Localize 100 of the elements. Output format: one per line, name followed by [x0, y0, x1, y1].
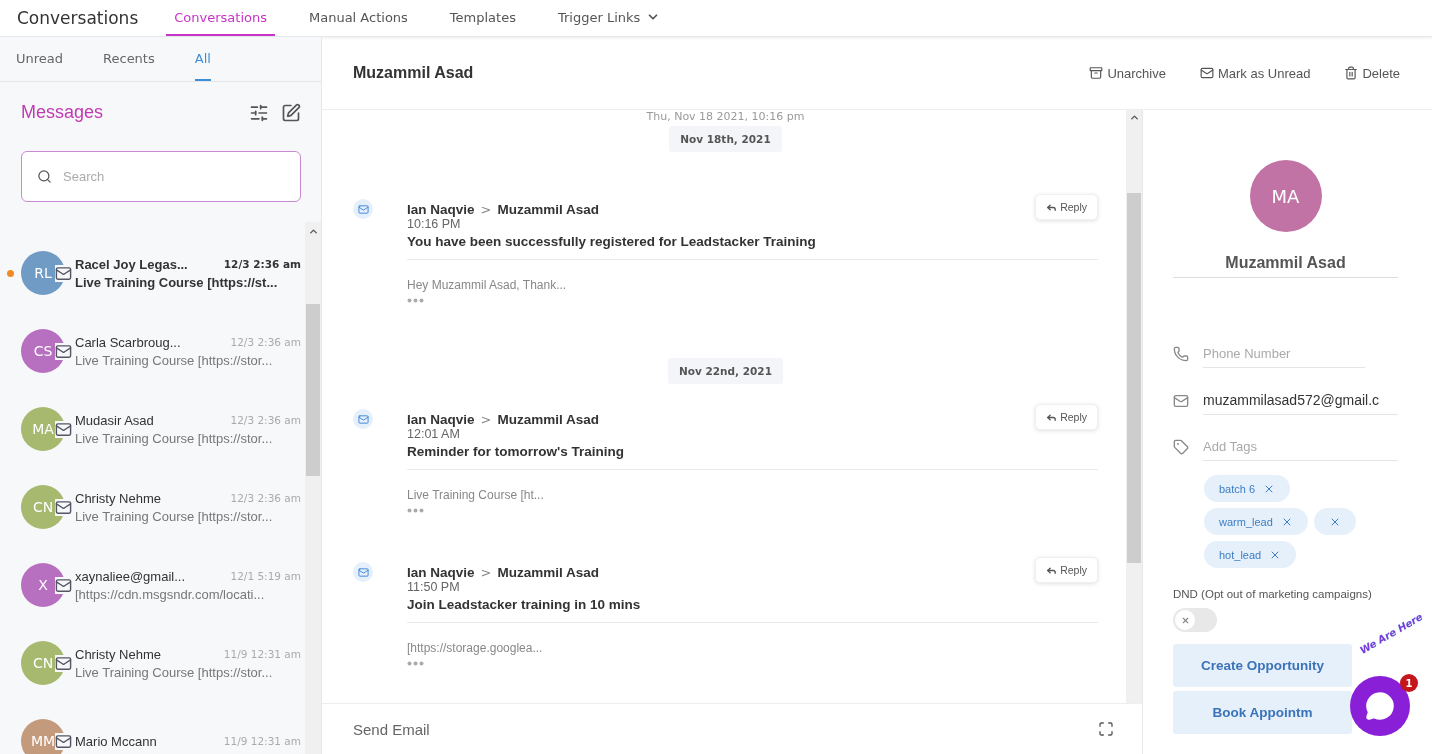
chevron-up-icon[interactable] — [1128, 112, 1140, 123]
reply-button[interactable]: Reply — [1035, 404, 1098, 430]
nav-tab[interactable]: Templates — [441, 0, 524, 36]
email-snippet: Live Training Course [ht... — [407, 488, 545, 502]
message-preview: Live Training Course [https://stor... — [75, 430, 274, 446]
reply-button[interactable]: Reply — [1035, 557, 1098, 583]
action-link[interactable]: Delete — [1344, 65, 1400, 81]
contact-name: Christy Nehme — [75, 490, 161, 506]
mail-icon — [55, 420, 72, 438]
scrollbar[interactable] — [305, 222, 321, 754]
contact-name: Christy Nehme — [75, 646, 161, 662]
email-snippet: [https://storage.googlea... — [407, 641, 544, 655]
x-icon — [1180, 615, 1190, 625]
message-preview: Live Training Course [https://stor... — [75, 352, 274, 368]
app-title: Conversations — [17, 7, 139, 30]
action-link[interactable]: Mark as Unread — [1199, 65, 1311, 81]
message-preview: Live Training Course [https://stor... — [75, 664, 274, 680]
nav-tab[interactable]: Manual Actions — [301, 0, 416, 36]
phone-field[interactable]: Phone Number — [1203, 340, 1365, 368]
avatar: MA — [21, 407, 65, 451]
filter-sliders-icon[interactable] — [249, 102, 269, 123]
email-subject: Join Leadstacker training in 10 mins — [407, 597, 1098, 623]
timestamp: Thu, Nov 18 2021, 10:16 pm — [646, 110, 805, 123]
mail-icon — [1173, 392, 1189, 409]
more-dots-icon[interactable] — [407, 661, 424, 666]
chat-widget-button[interactable] — [1350, 676, 1410, 736]
avatar: X — [21, 563, 65, 607]
email-time: 12:01 AM — [407, 427, 461, 441]
trash-icon — [1344, 66, 1359, 80]
avatar: CN — [21, 485, 65, 529]
more-dots-icon[interactable] — [407, 298, 424, 303]
search-field[interactable]: Search — [21, 151, 301, 202]
email-time: 11:50 PM — [407, 580, 461, 594]
avatar: RL — [21, 251, 65, 295]
expand-icon[interactable] — [1098, 721, 1114, 737]
filter-tab[interactable]: Unread — [16, 37, 64, 81]
archive-icon — [1089, 66, 1104, 80]
more-dots-icon[interactable] — [407, 508, 424, 513]
message-time: 12/3 2:36 am — [230, 492, 301, 504]
conversation-item[interactable]: MA Mudasir Asad 12/3 2:36 am Live Training Course [https://stor... — [0, 390, 305, 468]
message-time: 12/3 2:36 am — [230, 414, 301, 426]
mail-icon — [55, 498, 72, 516]
sender-name: Ian Naqvie — [407, 202, 475, 217]
messages-title: Messages — [21, 102, 104, 123]
mail-icon — [55, 732, 72, 750]
conversation-item[interactable]: MM Mario Mccann 11/9 12:31 am — [0, 702, 305, 754]
email-subject: You have been successfully registered for Leadstacker Training — [407, 234, 1098, 260]
mail-icon — [1199, 66, 1214, 80]
avatar: CN — [21, 641, 65, 685]
conversation-item[interactable]: CN Christy Nehme 12/3 2:36 am Live Training Course [https://stor... — [0, 468, 305, 546]
recipient-name: Muzammil Asad — [497, 565, 599, 580]
action-link[interactable]: Unarchive — [1089, 65, 1166, 81]
reply-button[interactable]: Reply — [1035, 194, 1098, 220]
email-snippet: Hey Muzammil Asad, Thank... — [407, 278, 568, 292]
avatar: CS — [21, 329, 65, 373]
message-preview: Live Training Course [https://st... — [75, 274, 279, 290]
sender-name: Ian Naqvie — [407, 412, 475, 427]
nav-tab[interactable]: Trigger Links — [549, 0, 669, 36]
email-field[interactable]: muzammilasad572@gmail.c — [1203, 386, 1398, 415]
contact-name: Carla Scarbroug... — [75, 334, 181, 350]
conversation-item[interactable]: CS Carla Scarbroug... 12/3 2:36 am Live Training Course [https://stor... — [0, 312, 305, 390]
message-time: 12/3 2:36 am — [223, 258, 301, 270]
conversation-title: Muzammil Asad — [353, 64, 474, 82]
message-preview: Live Training Course [https://stor... — [75, 508, 274, 524]
composer-label: Send Email — [353, 720, 430, 738]
contact-name: xaynaliee@gmail... — [75, 568, 186, 584]
conversation-item[interactable]: X xaynaliee@gmail... 12/1 5:19 am [https://cdn.msgsndr.com/locati... — [0, 546, 305, 624]
action-button[interactable]: Book Appointm — [1173, 691, 1352, 734]
separator-mark: > — [480, 565, 492, 580]
email-subject: Reminder for tomorrow's Training — [407, 444, 1098, 470]
email-time: 10:16 PM — [407, 217, 462, 231]
recipient-name: Muzammil Asad — [497, 202, 599, 217]
tag-icon — [1173, 439, 1189, 455]
message-preview: [https://cdn.msgsndr.com/locati... — [75, 586, 266, 602]
contact-name: Racel Joy Legas... — [75, 256, 188, 272]
phone-icon — [1173, 346, 1189, 362]
dnd-toggle[interactable] — [1173, 608, 1217, 632]
tags-field[interactable]: Add Tags — [1203, 433, 1398, 461]
tag-chip: hot_lead — [1204, 541, 1297, 568]
action-button[interactable]: Create Opportunity — [1173, 644, 1352, 687]
compose-icon[interactable] — [281, 102, 301, 123]
sender-name: Ian Naqvie — [407, 565, 475, 580]
filter-tab[interactable]: Recents — [103, 37, 155, 81]
chevron-up-icon[interactable] — [307, 226, 319, 237]
message-time: 11/9 12:31 am — [223, 735, 301, 747]
profile-name: Muzammil Asad — [1173, 254, 1398, 278]
widget-tagline: We Are Here — [1357, 611, 1425, 656]
recipient-name: Muzammil Asad — [497, 412, 599, 427]
profile-avatar: MA — [1249, 160, 1322, 232]
chat-bubble-icon — [1365, 691, 1395, 721]
conversation-item[interactable]: CN Christy Nehme 11/9 12:31 am Live Training Course [https://stor... — [0, 624, 305, 702]
dnd-label: DND (Opt out of marketing campaigns) — [1173, 588, 1373, 600]
message-time: 12/1 5:19 am — [230, 570, 301, 582]
mail-icon — [55, 264, 72, 282]
conversation-item[interactable]: RL Racel Joy Legas... 12/3 2:36 am Live Training Course [https://st... — [0, 234, 305, 312]
message-time: 12/3 2:36 am — [230, 336, 301, 348]
message-time: 11/9 12:31 am — [223, 648, 301, 660]
mail-icon — [55, 576, 72, 594]
scrollbar[interactable] — [1126, 110, 1142, 703]
tag-chip: batch 6 — [1204, 475, 1291, 502]
